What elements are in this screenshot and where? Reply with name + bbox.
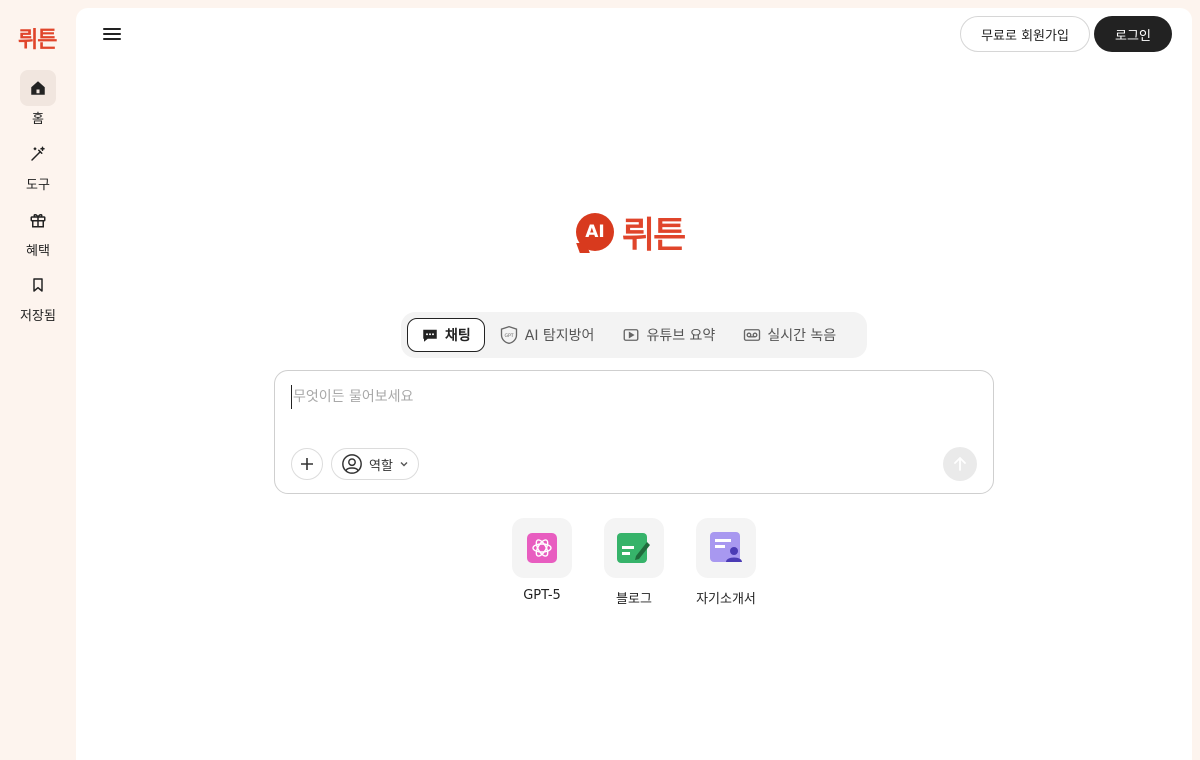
sidebar-item-benefits[interactable]: 혜택	[0, 202, 76, 262]
gift-icon	[20, 202, 56, 238]
tab-label: 유튜브 요약	[646, 328, 716, 344]
attach-button[interactable]	[291, 448, 323, 480]
home-icon	[20, 70, 56, 106]
tab-youtube-summary[interactable]: 유튜브 요약	[608, 318, 729, 352]
tab-label: AI 탐지방어	[524, 328, 595, 344]
sidebar: 뤼튼 홈 도구 혜택 저장됨	[0, 0, 76, 760]
shortcut-label: 자기소개서	[696, 592, 756, 607]
shortcut-gpt5[interactable]: GPT-5	[502, 518, 582, 603]
play-icon	[624, 329, 639, 341]
svg-text:GPT: GPT	[504, 333, 513, 339]
hamburger-menu-icon[interactable]	[100, 26, 124, 46]
openai-icon	[512, 518, 572, 578]
role-dropdown[interactable]: 역할	[331, 448, 419, 480]
role-label: 역할	[369, 458, 393, 474]
shortcut-cover-letter[interactable]: 자기소개서	[686, 518, 766, 607]
plus-icon	[301, 458, 313, 470]
tab-chat[interactable]: 채팅	[407, 318, 485, 352]
sidebar-item-home[interactable]: 홈	[0, 70, 76, 130]
send-button[interactable]	[943, 447, 977, 481]
sidebar-item-tools[interactable]: 도구	[0, 136, 76, 196]
user-circle-icon	[342, 454, 362, 474]
wrtn-logo: AI 뤼튼	[576, 206, 686, 258]
tab-ai-detection[interactable]: GPT AI 탐지방어	[485, 318, 609, 352]
logo-text: 뤼튼	[622, 215, 686, 256]
chevron-down-icon	[400, 462, 408, 467]
signup-button[interactable]: 무료로 회원가입	[960, 16, 1090, 52]
resume-icon	[696, 518, 756, 578]
sidebar-item-label: 도구	[26, 178, 50, 193]
shortcut-label: 블로그	[616, 592, 652, 607]
gpt-shield-icon: GPT	[500, 325, 517, 345]
sidebar-item-label: 저장됨	[20, 309, 56, 324]
main-panel: 무료로 회원가입 로그인 AI 뤼튼 채팅 GPT AI 탐지방어 유튜브 요약…	[76, 8, 1192, 760]
shortcut-label: GPT-5	[523, 588, 561, 603]
ai-badge: AI	[576, 213, 614, 251]
chat-composer: 역할	[274, 370, 994, 494]
tab-label: 채팅	[445, 328, 471, 344]
sidebar-item-label: 홈	[32, 112, 44, 127]
voicemail-icon	[744, 329, 761, 341]
bookmark-icon	[20, 267, 56, 303]
login-button[interactable]: 로그인	[1094, 16, 1172, 52]
mode-tabs: 채팅 GPT AI 탐지방어 유튜브 요약 실시간 녹음	[401, 312, 867, 358]
tab-label: 실시간 녹음	[767, 328, 837, 344]
sidebar-item-saved[interactable]: 저장됨	[0, 267, 76, 327]
tab-live-recording[interactable]: 실시간 녹음	[729, 318, 850, 352]
chat-bubble-icon	[423, 329, 437, 342]
chat-input[interactable]	[291, 385, 971, 409]
shortcut-blog[interactable]: 블로그	[594, 518, 674, 607]
brand-logo[interactable]: 뤼튼	[18, 22, 57, 54]
arrow-up-icon	[954, 456, 966, 471]
sidebar-item-label: 혜택	[26, 244, 50, 259]
magic-wand-icon	[20, 136, 56, 172]
blog-edit-icon	[604, 518, 664, 578]
